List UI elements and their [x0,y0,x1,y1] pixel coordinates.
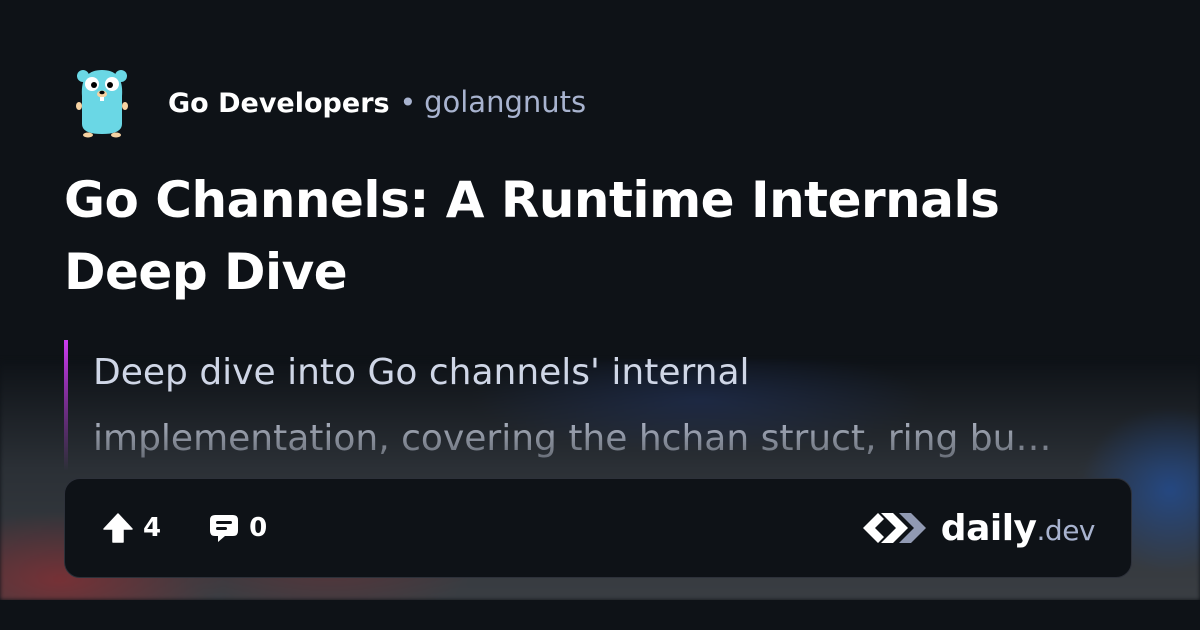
source-separator: • [399,86,417,119]
comment-count: 0 [249,513,268,543]
source-info: Go Developers • golangnuts [168,85,586,119]
summary-line: Deep dive into Go channels' internal [93,352,750,393]
upvote-button[interactable]: 4 [101,511,161,545]
bottom-strip [0,600,1200,630]
source-handle[interactable]: golangnuts [424,85,586,119]
daily-dev-logo-icon [862,513,926,543]
post-summary-block: Deep dive into Go channels' internal imp… [64,340,1138,470]
post-title[interactable]: Go Channels: A Runtime Internals Deep Di… [64,164,1134,308]
post-stats-card: 4 0 daily.dev [64,478,1132,578]
upvote-arrow-icon [103,513,133,543]
summary-line: implementation, covering the hchan struc… [93,418,1052,459]
daily-dev-brand[interactable]: daily.dev [857,505,1096,551]
gopher-mascot-icon [76,70,128,138]
comment-button[interactable]: 0 [207,511,267,545]
post-summary: Deep dive into Go channels' internal imp… [68,340,1138,470]
comment-bubble-icon [210,515,239,542]
source-header: Go Developers • golangnuts [74,66,586,138]
source-name[interactable]: Go Developers [168,88,390,119]
upvote-count: 4 [143,513,162,543]
brand-wordmark: daily.dev [940,507,1096,549]
